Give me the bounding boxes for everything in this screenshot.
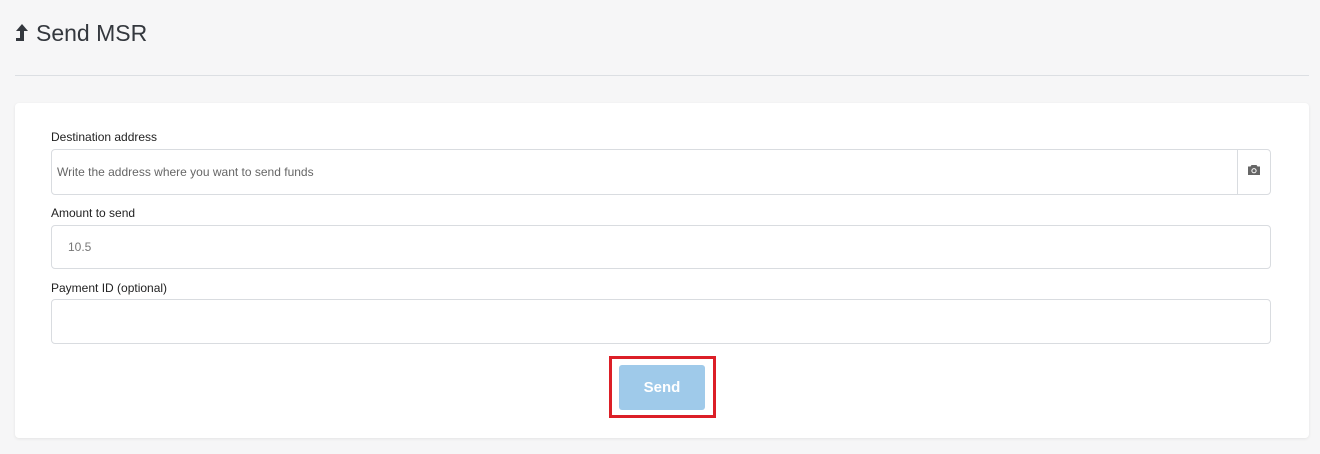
payment-id-label: Payment ID (optional) bbox=[51, 281, 168, 295]
amount-input[interactable] bbox=[52, 226, 1270, 268]
scan-qr-button[interactable] bbox=[1237, 150, 1270, 194]
amount-label: Amount to send bbox=[51, 206, 136, 220]
payment-id-input[interactable] bbox=[52, 300, 1270, 343]
destination-address-field bbox=[51, 149, 1271, 195]
send-form-card: Destination address Amount to send Payme… bbox=[15, 103, 1309, 438]
page-title: Send MSR bbox=[36, 19, 148, 46]
arrow-up-icon bbox=[15, 22, 29, 44]
payment-id-field bbox=[51, 299, 1271, 344]
destination-address-label: Destination address bbox=[51, 130, 158, 144]
send-button[interactable]: Send bbox=[619, 365, 705, 410]
header-divider bbox=[15, 75, 1309, 76]
page-header: Send MSR bbox=[15, 15, 147, 51]
destination-address-input[interactable] bbox=[52, 150, 1239, 194]
amount-field bbox=[51, 225, 1271, 269]
camera-icon bbox=[1247, 163, 1261, 181]
